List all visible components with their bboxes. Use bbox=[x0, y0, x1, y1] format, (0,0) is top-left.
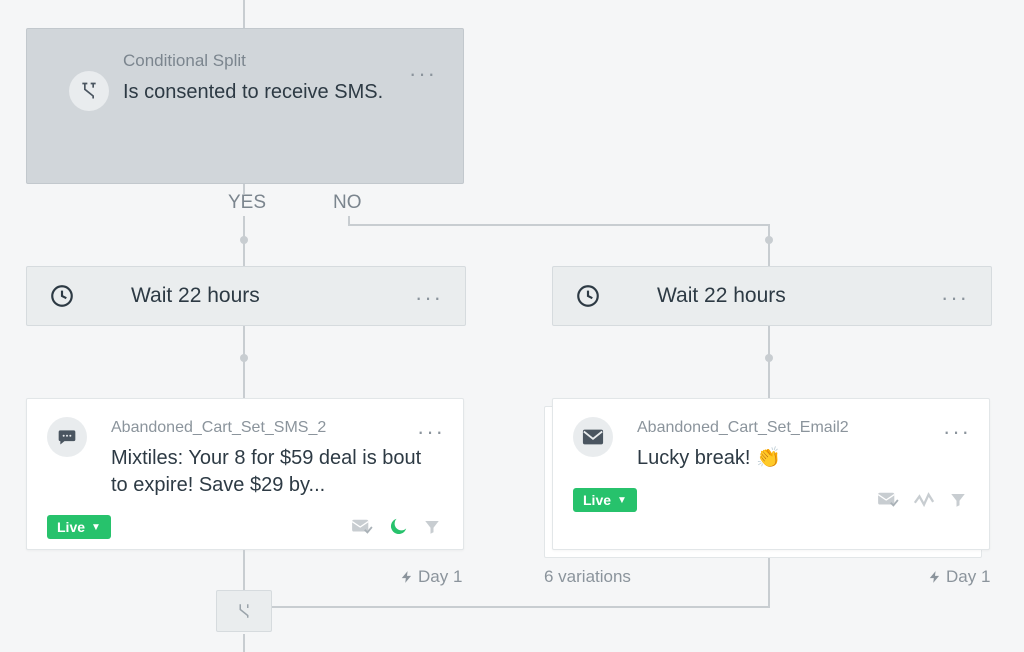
status-text: Live bbox=[57, 519, 85, 535]
day-annotation-yes: Day 1 bbox=[400, 567, 462, 587]
quiet-hours-icon: z bbox=[387, 516, 409, 538]
wait-text: Wait 22 hours bbox=[657, 284, 786, 308]
status-pill[interactable]: Live ▼ bbox=[47, 515, 111, 539]
connector bbox=[768, 558, 770, 606]
wait-more-menu[interactable] bbox=[941, 285, 969, 311]
status-text: Live bbox=[583, 492, 611, 508]
email-icon bbox=[573, 417, 613, 457]
chevron-down-icon: ▼ bbox=[617, 495, 627, 506]
day-annotation-no: Day 1 bbox=[928, 567, 990, 587]
wait-more-menu[interactable] bbox=[415, 285, 443, 311]
connector bbox=[243, 550, 245, 590]
message-more-menu[interactable] bbox=[943, 419, 971, 445]
yes-label: YES bbox=[228, 192, 266, 214]
svg-text:z: z bbox=[399, 519, 403, 528]
filter-icon bbox=[949, 491, 967, 509]
split-title: Conditional Split bbox=[123, 51, 439, 71]
conditional-split-card[interactable]: Conditional Split Is consented to receiv… bbox=[26, 28, 464, 184]
variations-annotation: 6 variations bbox=[544, 567, 631, 587]
status-pill[interactable]: Live ▼ bbox=[573, 488, 637, 512]
connector bbox=[768, 224, 770, 266]
message-preview: Lucky break! 👏 bbox=[637, 445, 967, 472]
connector-dot bbox=[765, 354, 773, 362]
filter-icon bbox=[423, 518, 441, 536]
clock-icon bbox=[49, 283, 75, 309]
clock-icon bbox=[575, 283, 601, 309]
wait-card-yes[interactable]: Wait 22 hours bbox=[26, 266, 466, 326]
split-more-menu[interactable] bbox=[409, 61, 437, 87]
envelope-check-icon bbox=[351, 518, 373, 536]
connector bbox=[243, 326, 245, 398]
message-more-menu[interactable] bbox=[417, 419, 445, 445]
chevron-down-icon: ▼ bbox=[91, 522, 101, 533]
wait-card-no[interactable]: Wait 22 hours bbox=[552, 266, 992, 326]
connector bbox=[243, 634, 245, 652]
connector bbox=[768, 326, 770, 398]
message-preview: Mixtiles: Your 8 for $59 deal is bout to… bbox=[111, 445, 441, 499]
merge-node[interactable] bbox=[216, 590, 272, 632]
sms-icon bbox=[47, 417, 87, 457]
connector-dot bbox=[240, 354, 248, 362]
no-label: NO bbox=[333, 192, 362, 214]
activity-icon bbox=[913, 491, 935, 509]
message-name: Abandoned_Cart_Set_Email2 bbox=[637, 419, 967, 437]
message-footer-icons: z bbox=[351, 516, 441, 538]
sms-message-card[interactable]: Abandoned_Cart_Set_SMS_2 Mixtiles: Your … bbox=[26, 398, 464, 550]
connector bbox=[348, 224, 770, 226]
connector-dot bbox=[765, 236, 773, 244]
connector bbox=[243, 0, 245, 28]
message-footer-icons bbox=[877, 491, 967, 509]
connector bbox=[270, 606, 770, 608]
envelope-check-icon bbox=[877, 491, 899, 509]
connector bbox=[243, 184, 245, 194]
email-message-card-stack[interactable]: Abandoned_Cart_Set_Email2 Lucky break! 👏… bbox=[552, 398, 990, 550]
message-name: Abandoned_Cart_Set_SMS_2 bbox=[111, 419, 441, 437]
split-icon bbox=[69, 71, 109, 111]
wait-text: Wait 22 hours bbox=[131, 284, 260, 308]
connector-dot bbox=[240, 236, 248, 244]
split-description: Is consented to receive SMS. bbox=[123, 81, 439, 104]
